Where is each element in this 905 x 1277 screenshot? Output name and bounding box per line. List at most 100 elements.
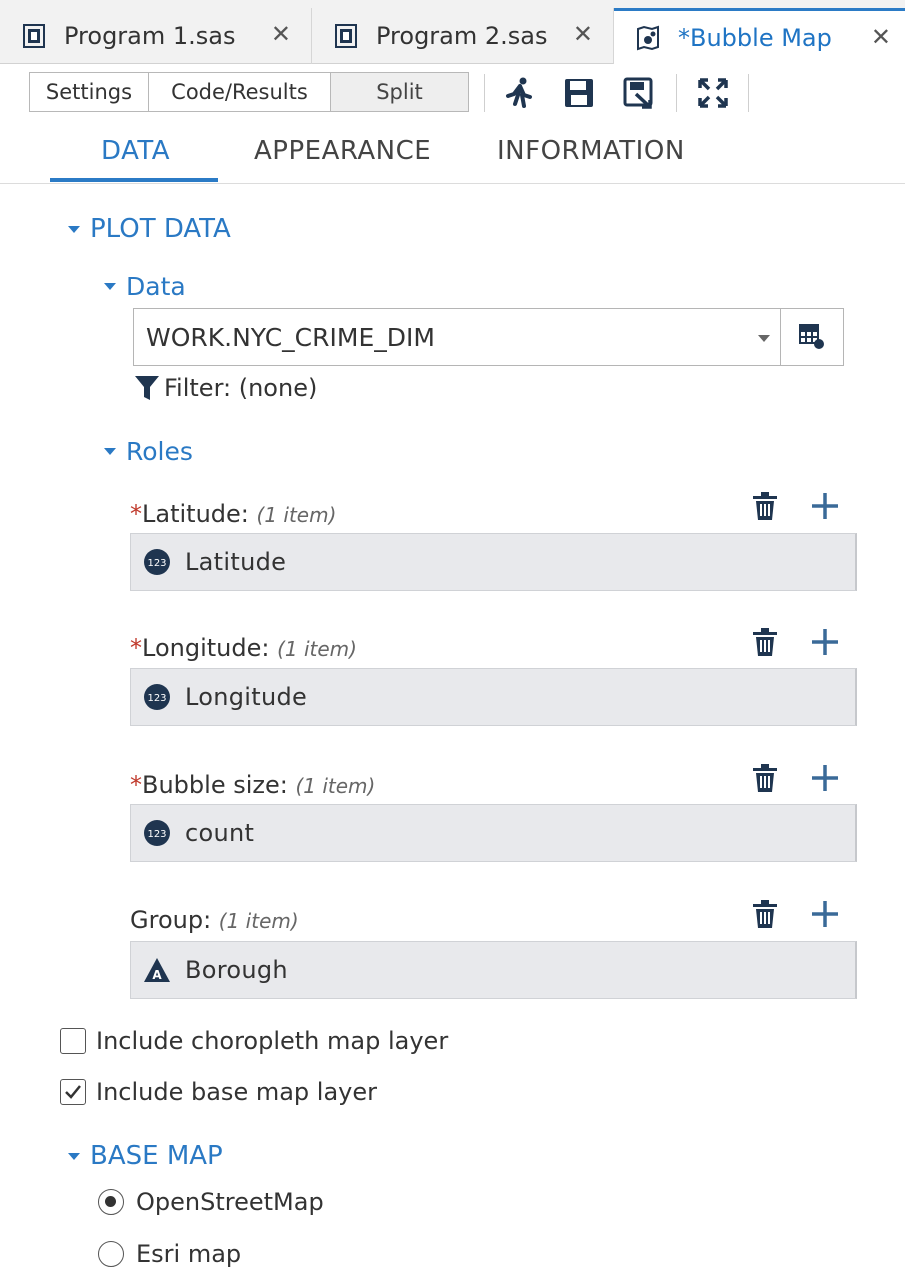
tab-bubble-map[interactable]: *Bubble Map ✕ (614, 8, 905, 65)
tab-label: Program 1.sas (64, 22, 236, 50)
table-icon (799, 324, 824, 349)
choropleth-checkbox[interactable] (60, 1028, 86, 1054)
numeric-icon: 123 (144, 549, 170, 575)
section-title: PLOT DATA (90, 214, 231, 244)
settings-subtabs: DATA APPEARANCE INFORMATION (0, 126, 905, 184)
base-map-layer-option[interactable]: Include base map layer (60, 1078, 377, 1106)
numeric-icon: 123 (144, 684, 170, 710)
tab-data[interactable]: DATA (101, 136, 170, 166)
filter-link[interactable]: Filter: (none) (134, 373, 317, 403)
role-variable: Borough (185, 956, 288, 984)
role-name: Longitude: (142, 634, 270, 662)
role-drop-latitude[interactable]: 123 Latitude (130, 533, 857, 591)
required-marker: * (130, 500, 142, 528)
filter-icon (135, 376, 159, 400)
numeric-icon: 123 (144, 820, 170, 846)
roles-subsection-toggle[interactable]: Roles (104, 437, 193, 466)
base-map-option-esri[interactable]: Esri map (98, 1240, 241, 1268)
role-drop-group[interactable]: A Borough (130, 941, 857, 999)
svg-text:A: A (152, 968, 162, 982)
close-icon[interactable]: ✕ (271, 22, 291, 46)
required-marker: * (130, 771, 142, 799)
tab-program-2[interactable]: Program 2.sas ✕ (312, 8, 614, 64)
toolbar: Settings Code/Results Split (0, 64, 905, 126)
role-variable: Longitude (185, 683, 308, 711)
split-view-button[interactable]: Split (330, 72, 469, 112)
tab-appearance[interactable]: APPEARANCE (254, 136, 431, 166)
close-icon[interactable]: ✕ (871, 25, 891, 49)
checkbox-label: Include base map layer (96, 1078, 377, 1106)
trash-icon[interactable] (749, 626, 781, 658)
plus-icon[interactable] (809, 762, 841, 794)
role-name: Group: (130, 906, 212, 934)
close-icon[interactable]: ✕ (573, 22, 593, 46)
trash-icon[interactable] (749, 762, 781, 794)
role-count: (1 item) (256, 503, 337, 527)
save-icon[interactable] (562, 76, 596, 110)
code-results-view-button[interactable]: Code/Results (148, 72, 331, 112)
dataset-select[interactable]: WORK.NYC_CRIME_DIM (133, 308, 781, 366)
section-title: BASE MAP (90, 1141, 223, 1171)
plot-data-section-toggle[interactable]: PLOT DATA (68, 214, 231, 244)
toolbar-divider (676, 74, 677, 112)
openstreetmap-radio[interactable] (98, 1189, 124, 1215)
svg-text:123: 123 (147, 693, 166, 704)
toolbar-divider (484, 74, 485, 112)
role-variable: count (185, 819, 255, 847)
subsection-title: Data (126, 272, 186, 301)
sas-program-icon (23, 24, 45, 48)
esri-map-radio[interactable] (98, 1241, 124, 1267)
tab-information[interactable]: INFORMATION (497, 136, 685, 166)
run-icon[interactable] (502, 76, 536, 110)
bubble-map-icon (637, 25, 659, 51)
role-label-latitude: *Latitude: (1 item) (130, 500, 336, 528)
base-map-layer-checkbox[interactable] (60, 1079, 86, 1105)
dataset-value: WORK.NYC_CRIME_DIM (146, 322, 435, 352)
select-table-button[interactable] (781, 308, 844, 366)
role-name: Bubble size: (142, 771, 288, 799)
tab-program-1[interactable]: Program 1.sas ✕ (0, 8, 312, 64)
svg-text:123: 123 (147, 829, 166, 840)
role-label-group: Group: (1 item) (130, 906, 299, 934)
settings-view-button[interactable]: Settings (29, 72, 149, 112)
svg-text:123: 123 (147, 558, 166, 569)
maximize-icon[interactable] (696, 76, 730, 110)
role-count: (1 item) (218, 909, 299, 933)
character-icon: A (144, 958, 170, 982)
plus-icon[interactable] (809, 898, 841, 930)
caret-down-icon (104, 448, 116, 455)
active-tab-indicator (50, 178, 218, 182)
radio-label: Esri map (136, 1240, 242, 1268)
base-map-section-toggle[interactable]: BASE MAP (68, 1141, 223, 1171)
role-count: (1 item) (277, 637, 357, 661)
choropleth-layer-option[interactable]: Include choropleth map layer (60, 1027, 448, 1055)
plus-icon[interactable] (809, 490, 841, 522)
filter-text: Filter: (none) (164, 374, 318, 402)
role-count: (1 item) (295, 774, 376, 798)
data-subsection-toggle[interactable]: Data (104, 272, 186, 301)
trash-icon[interactable] (749, 490, 781, 522)
chevron-down-icon[interactable] (758, 335, 770, 342)
tab-label: Program 2.sas (376, 22, 548, 50)
tab-label: *Bubble Map (678, 24, 832, 52)
base-map-option-openstreetmap[interactable]: OpenStreetMap (98, 1188, 324, 1216)
checkbox-label: Include choropleth map layer (96, 1027, 449, 1055)
caret-down-icon (68, 1152, 80, 1160)
role-name: Latitude: (142, 500, 249, 528)
editor-tab-strip: Program 1.sas ✕ Program 2.sas ✕ *Bubble … (0, 0, 905, 65)
role-variable: Latitude (185, 548, 287, 576)
role-drop-bubble-size[interactable]: 123 count (130, 804, 857, 862)
sas-program-icon (335, 24, 357, 48)
role-label-longitude: *Longitude: (1 item) (130, 634, 357, 662)
caret-down-icon (104, 283, 116, 290)
toolbar-divider (748, 74, 749, 112)
required-marker: * (130, 634, 142, 662)
radio-label: OpenStreetMap (136, 1188, 324, 1216)
role-drop-longitude[interactable]: 123 Longitude (130, 668, 857, 726)
save-as-icon[interactable] (622, 76, 656, 110)
caret-down-icon (68, 225, 80, 233)
checkmark-icon (65, 1085, 81, 1099)
trash-icon[interactable] (749, 898, 781, 930)
role-label-bubble-size: *Bubble size: (1 item) (130, 771, 375, 799)
plus-icon[interactable] (809, 626, 841, 658)
